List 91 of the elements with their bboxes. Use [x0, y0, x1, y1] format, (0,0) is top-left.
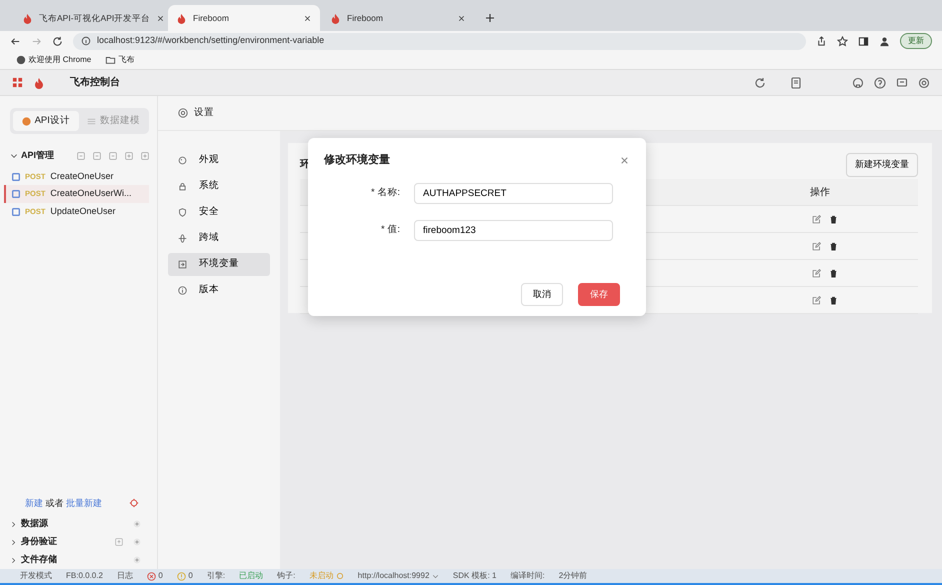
caret-icon[interactable] — [432, 572, 439, 580]
flame-icon — [33, 76, 45, 88]
close-icon[interactable] — [156, 14, 166, 22]
column-header: 操作 — [810, 186, 830, 200]
field-label: * 值: — [381, 224, 400, 235]
settings-menu-item[interactable]: 安全 — [168, 201, 270, 224]
status-text: 2分钟前 — [558, 570, 588, 582]
status-text: FB:0.0.0.2 — [66, 570, 103, 582]
status-text: 引擎: — [206, 570, 226, 582]
trash-icon[interactable] — [829, 268, 838, 278]
batch-new-link[interactable]: 批量新建 — [66, 498, 102, 508]
update-button[interactable]: 更新 — [900, 33, 932, 49]
error-icon — [146, 572, 156, 580]
flame-icon — [330, 12, 341, 24]
browser-tab[interactable]: Fireboom — [168, 5, 320, 31]
page-title: 设置 — [194, 106, 214, 120]
file-icon — [12, 172, 20, 180]
status-text: 钩子: — [277, 570, 296, 582]
chevron-icon[interactable] — [10, 520, 17, 528]
section-title[interactable]: 数据源 — [21, 517, 48, 531]
trash-icon[interactable] — [829, 242, 838, 250]
trash-icon[interactable] — [829, 214, 838, 224]
edit-icon[interactable] — [812, 214, 821, 224]
warning-icon — [176, 572, 186, 580]
settings-menu-item[interactable]: 系统 — [168, 175, 270, 198]
warning-count[interactable]: 0 — [188, 570, 193, 582]
settings-menu-item[interactable]: 版本 — [168, 279, 270, 302]
create-hint: 新建 或者 批量新建 — [25, 496, 102, 510]
section-title[interactable]: API管理 — [21, 149, 54, 163]
list-icon — [86, 116, 96, 126]
chevron-icon[interactable] — [10, 538, 17, 546]
status-text: 编译时间: — [510, 570, 545, 582]
circle-icon — [22, 116, 31, 126]
shield-icon — [178, 208, 187, 217]
apps-grid-icon[interactable] — [12, 77, 23, 88]
edit-icon[interactable] — [812, 268, 821, 278]
trash-icon[interactable] — [829, 296, 838, 304]
file-icon — [12, 208, 20, 216]
dialog-title: 修改环境变量 — [324, 152, 390, 168]
section-title[interactable]: 文件存储 — [21, 553, 57, 567]
status-text: 已启动 — [239, 570, 264, 582]
input-field[interactable]: AUTHAPPSECRET — [414, 182, 613, 204]
star-icon[interactable] — [837, 36, 848, 46]
lock-icon — [178, 182, 187, 191]
close-icon[interactable] — [303, 14, 312, 22]
section-title[interactable]: 身份验证 — [21, 535, 57, 549]
field-label: * 名称: — [371, 186, 400, 198]
reload-icon[interactable] — [52, 36, 63, 46]
input-field[interactable]: fireboom123 — [414, 220, 613, 240]
status-text: 日志 — [116, 570, 133, 582]
settings-icon — [178, 108, 188, 118]
browser-tab[interactable]: 飞布API-可视化API开发平台 — [14, 5, 166, 31]
status-text: 未启动 — [309, 570, 334, 582]
back-icon[interactable] — [10, 36, 21, 46]
help-icon[interactable] — [874, 76, 886, 88]
save-button[interactable]: 保存 — [578, 282, 620, 306]
message-icon[interactable] — [896, 76, 908, 88]
cancel-button[interactable]: 取消 — [521, 282, 563, 306]
settings-menu-item[interactable]: 环境变量 — [168, 253, 270, 276]
folder-icon — [105, 55, 116, 65]
share-icon[interactable] — [816, 36, 827, 46]
bookmark-link[interactable]: 欢迎使用 Chrome — [28, 54, 92, 66]
app-title: 飞布控制台 — [70, 76, 120, 90]
mode-tab[interactable]: API设计 — [13, 111, 78, 132]
error-count[interactable]: 0 — [158, 570, 163, 582]
file-icon — [12, 190, 20, 198]
settings-menu-item[interactable]: 外观 — [168, 149, 270, 172]
chevron-icon[interactable] — [10, 556, 17, 564]
plus-icon[interactable] — [484, 12, 496, 24]
info-icon — [178, 286, 187, 295]
new-link[interactable]: 新建 — [25, 498, 43, 508]
settings-menu-item[interactable]: 跨域 — [168, 227, 270, 250]
status-text: 开发模式 — [20, 570, 52, 582]
settings-icon[interactable] — [918, 76, 930, 88]
flame-icon — [22, 12, 33, 24]
sidebar-icon[interactable] — [858, 36, 869, 46]
browser-tab[interactable]: Fireboom — [322, 5, 474, 31]
edit-icon[interactable] — [812, 296, 821, 304]
variable-icon — [178, 260, 187, 269]
profile-icon[interactable] — [879, 36, 890, 46]
edit-icon[interactable] — [812, 242, 821, 250]
hook-url[interactable]: http://localhost:9992 — [358, 570, 430, 582]
flame-icon — [176, 12, 187, 24]
chevron-icon[interactable] — [10, 152, 18, 160]
address-bar[interactable]: localhost:9123/#/workbench/setting/environment-variable — [73, 32, 806, 50]
document-icon[interactable] — [790, 76, 802, 88]
status-text: SDK 模板: 1 — [452, 570, 496, 582]
close-icon[interactable] — [457, 14, 466, 22]
info-icon — [81, 36, 91, 46]
bookmark-link[interactable]: 飞布 — [118, 54, 135, 66]
new-variable-button[interactable]: 新建环境变量 — [846, 153, 918, 176]
